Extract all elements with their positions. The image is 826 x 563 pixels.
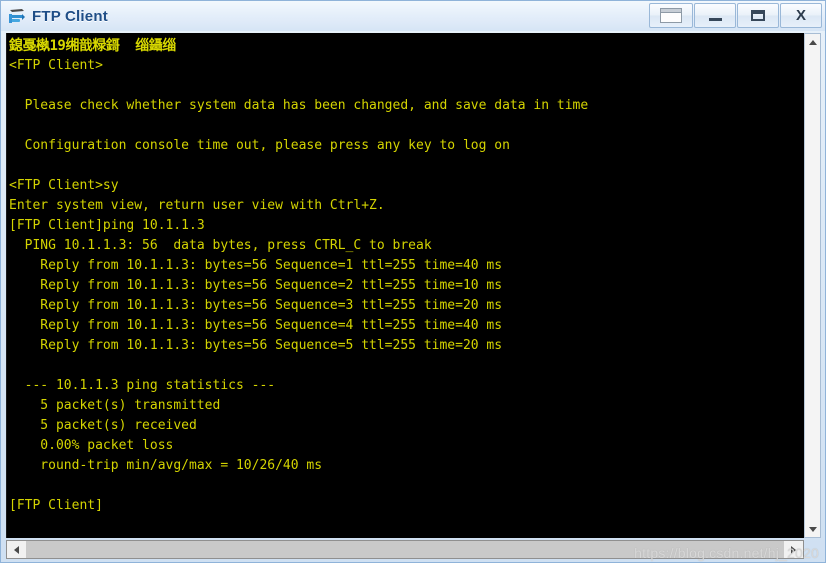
terminal-line: round-trip min/avg/max = 10/26/40 ms [9, 458, 323, 473]
chevron-up-icon [808, 39, 817, 45]
restore-icon [660, 8, 682, 23]
terminal-line: <FTP Client>sy [9, 178, 119, 193]
restore-window-button[interactable] [649, 3, 693, 28]
terminal-line: [FTP Client]ping 10.1.1.3 [9, 218, 205, 233]
ftp-device-icon [7, 6, 27, 26]
scroll-down-button[interactable] [805, 521, 820, 537]
window-title: FTP Client [32, 7, 108, 25]
terminal-line: Reply from 10.1.1.3: bytes=56 Sequence=4… [9, 318, 503, 333]
chevron-right-icon [791, 545, 796, 554]
terminal-line: Reply from 10.1.1.3: bytes=56 Sequence=5… [9, 338, 503, 353]
terminal-line: 鎴戞槸19缃戠粶鎶 缁鑷缁 [9, 38, 176, 54]
terminal-output[interactable]: 鎴戞槸19缃戠粶鎶 缁鑷缁 <FTP Client> Please check w… [6, 33, 804, 538]
terminal-line: Configuration console time out, please p… [9, 138, 510, 153]
terminal-line: --- 10.1.1.3 ping statistics --- [9, 378, 276, 393]
scroll-left-button[interactable] [7, 541, 26, 558]
horizontal-scrollbar[interactable] [6, 540, 804, 559]
terminal-line: Reply from 10.1.1.3: bytes=56 Sequence=2… [9, 278, 503, 293]
vertical-scroll-track[interactable] [805, 50, 820, 521]
close-window-button[interactable]: X [780, 3, 822, 28]
maximize-window-button[interactable] [737, 3, 779, 28]
terminal-line: [FTP Client] [9, 498, 103, 513]
close-icon: X [795, 7, 806, 24]
chevron-left-icon [14, 545, 19, 554]
scroll-up-button[interactable] [805, 34, 820, 50]
console-row: 鎴戞槸19缃戠粶鎶 缁鑷缁 <FTP Client> Please check w… [6, 33, 821, 538]
terminal-line: <FTP Client> [9, 58, 103, 73]
vertical-scrollbar[interactable] [804, 33, 821, 538]
window-controls: X [648, 2, 822, 29]
terminal-line: Reply from 10.1.1.3: bytes=56 Sequence=3… [9, 298, 503, 313]
horizontal-scroll-track[interactable] [26, 541, 784, 558]
title-bar[interactable]: FTP Client X [1, 1, 825, 31]
terminal-line: PING 10.1.1.3: 56 data bytes, press CTRL… [9, 238, 432, 253]
horizontal-scrollbar-row [6, 540, 821, 559]
maximize-icon [751, 10, 765, 21]
terminal-lines: 鎴戞槸19缃戠粶鎶 缁鑷缁 <FTP Client> Please check w… [7, 33, 804, 516]
terminal-line: 0.00% packet loss [9, 438, 174, 453]
client-area: 鎴戞槸19缃戠粶鎶 缁鑷缁 <FTP Client> Please check w… [1, 31, 825, 562]
terminal-line: 5 packet(s) transmitted [9, 398, 221, 413]
chevron-down-icon [808, 526, 817, 532]
terminal-line: 5 packet(s) received [9, 418, 197, 433]
terminal-line: Enter system view, return user view with… [9, 198, 385, 213]
minimize-window-button[interactable] [694, 3, 736, 28]
minimize-icon [708, 17, 722, 21]
scroll-right-button[interactable] [784, 541, 803, 558]
terminal-line: Please check whether system data has bee… [9, 98, 589, 113]
scrollbar-corner [804, 540, 821, 559]
terminal-line: Reply from 10.1.1.3: bytes=56 Sequence=1… [9, 258, 503, 273]
ftp-client-window: FTP Client X 鎴戞槸19缃戠粶鎶 缁鑷缁 <FTP Client> P… [0, 0, 826, 563]
